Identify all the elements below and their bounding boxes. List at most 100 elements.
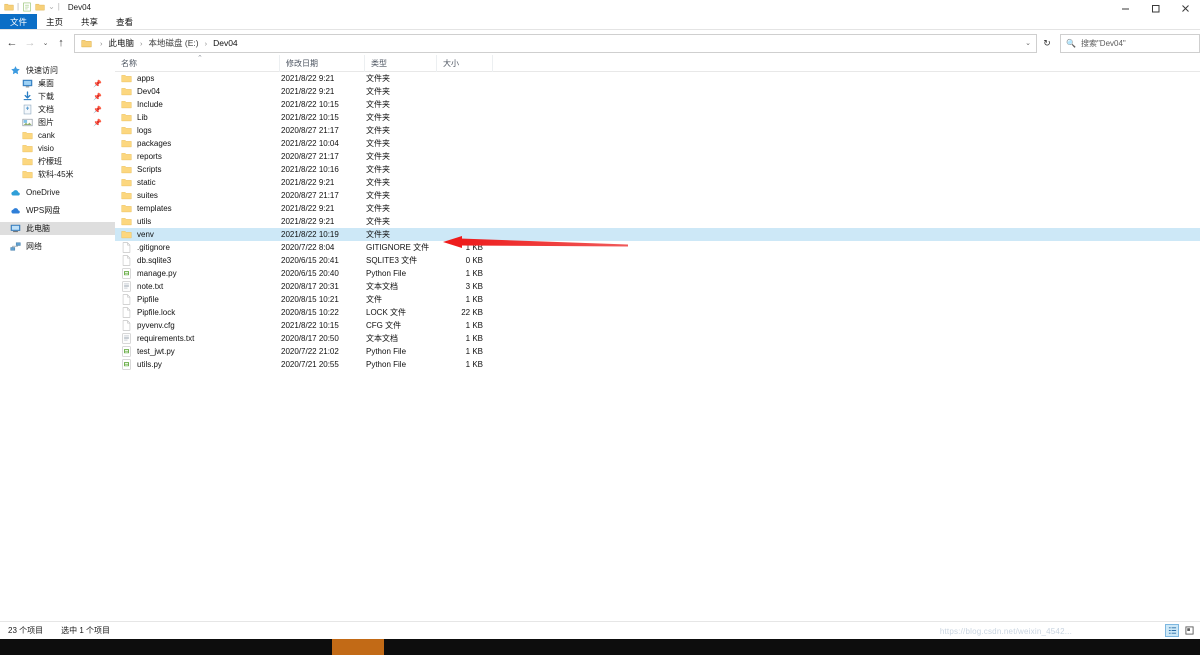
table-row[interactable]: Include 2021/8/22 10:15 文件夹: [115, 98, 1200, 111]
address-bar: ← → ⌄ ↑ › 此电脑 › 本地磁盘 (E:) › Dev04 ⌄ ↻ 🔍 …: [0, 31, 1200, 55]
sidebar-item-快速访问[interactable]: 快速访问: [0, 64, 115, 77]
cell-type: 文件夹: [366, 126, 390, 135]
pictures-icon: [22, 118, 33, 127]
sidebar-item-onedrive[interactable]: OneDrive: [0, 186, 115, 199]
sidebar-item-wps网盘[interactable]: WPS网盘: [0, 204, 115, 217]
column-header-date[interactable]: 修改日期: [280, 54, 365, 72]
cell-date: 2020/8/27 21:17: [281, 191, 339, 200]
table-row[interactable]: static 2021/8/22 9:21 文件夹: [115, 176, 1200, 189]
folder-icon: [121, 205, 132, 213]
table-row[interactable]: manage.py 2020/6/15 20:40 Python File 1 KB: [115, 267, 1200, 280]
sidebar-item-cank[interactable]: cank: [0, 129, 115, 142]
table-row[interactable]: db.sqlite3 2020/6/15 20:41 SQLITE3 文件 0 KB: [115, 254, 1200, 267]
cell-date: 2021/8/22 10:04: [281, 139, 339, 148]
table-row[interactable]: utils.py 2020/7/21 20:55 Python File 1 KB: [115, 358, 1200, 371]
back-button[interactable]: ←: [3, 33, 21, 53]
pin-icon[interactable]: 📌: [93, 80, 102, 88]
refresh-button[interactable]: ↻: [1037, 34, 1057, 53]
sidebar-item-图片[interactable]: 图片 📌: [0, 116, 115, 129]
column-header-name[interactable]: 名称 ⌃: [115, 54, 280, 72]
table-row[interactable]: packages 2021/8/22 10:04 文件夹: [115, 137, 1200, 150]
column-header-type[interactable]: 类型: [365, 54, 437, 72]
up-button[interactable]: ↑: [52, 33, 70, 53]
column-header-size[interactable]: 大小: [437, 54, 493, 72]
search-box[interactable]: 🔍 搜索"Dev04": [1060, 33, 1200, 53]
table-row[interactable]: .gitignore 2020/7/22 8:04 GITIGNORE 文件 1 KB: [115, 241, 1200, 254]
this-pc-icon: [10, 223, 21, 234]
cell-date: 2020/7/22 21:02: [281, 347, 339, 356]
tab-file[interactable]: 文件: [0, 14, 38, 29]
folder-icon: [22, 171, 33, 179]
cell-type: Python File: [366, 269, 407, 278]
breadcrumb-bar[interactable]: › 此电脑 › 本地磁盘 (E:) › Dev04 ⌄: [74, 33, 1037, 53]
cell-name: test_jwt.py: [115, 345, 280, 358]
pin-icon[interactable]: 📌: [93, 106, 102, 114]
search-input[interactable]: 搜索"Dev04": [1081, 38, 1126, 49]
new-folder-icon[interactable]: [35, 2, 45, 12]
file-name-label: note.txt: [137, 282, 164, 291]
sidebar-item-visio[interactable]: visio: [0, 142, 115, 155]
quick-access-toolbar: | ⌄ | Dev04: [0, 2, 91, 12]
table-row[interactable]: Pipfile 2020/8/15 10:21 文件 1 KB: [115, 293, 1200, 306]
sidebar-item-软科-45米[interactable]: 软科-45米: [0, 168, 115, 181]
tab-view[interactable]: 查看: [107, 14, 142, 29]
status-bar: 23 个项目 选中 1 个项目 https://blog.csdn.net/we…: [0, 621, 1200, 639]
table-row[interactable]: suites 2020/8/27 21:17 文件夹: [115, 189, 1200, 202]
table-row[interactable]: utils 2021/8/22 9:21 文件夹: [115, 215, 1200, 228]
cell-type: 文件夹: [366, 152, 390, 161]
table-row[interactable]: reports 2020/8/27 21:17 文件夹: [115, 150, 1200, 163]
recent-locations-icon[interactable]: ⌄: [39, 33, 52, 53]
sidebar-item-此电脑[interactable]: 此电脑: [0, 222, 115, 235]
cell-size: 1 KB: [465, 321, 483, 330]
onedrive-icon: [11, 190, 20, 196]
folder-icon[interactable]: [4, 2, 14, 12]
table-row[interactable]: Lib 2021/8/22 10:15 文件夹: [115, 111, 1200, 124]
tab-share[interactable]: 共享: [72, 14, 107, 29]
breadcrumb-item-this-pc[interactable]: 此电脑: [108, 37, 136, 49]
breadcrumb-separator[interactable]: ›: [135, 39, 148, 48]
properties-icon[interactable]: [22, 2, 32, 12]
text-file-icon: [122, 281, 131, 292]
sidebar-item-下载[interactable]: 下载 📌: [0, 90, 115, 103]
table-row[interactable]: pyvenv.cfg 2021/8/22 10:15 CFG 文件 1 KB: [115, 319, 1200, 332]
cell-name: Pipfile: [115, 293, 280, 306]
item-count-label: 23 个项目: [8, 626, 44, 635]
cell-date: 2020/8/27 21:17: [281, 126, 339, 135]
breadcrumb-item-drive[interactable]: 本地磁盘 (E:): [148, 37, 200, 49]
cell-name: suites: [115, 189, 280, 202]
table-row[interactable]: note.txt 2020/8/17 20:31 文本文档 3 KB: [115, 280, 1200, 293]
sidebar-item-桌面[interactable]: 桌面 📌: [0, 77, 115, 90]
cell-date: 2021/8/22 9:21: [281, 74, 335, 83]
breadcrumb-item-dev04[interactable]: Dev04: [212, 38, 239, 48]
table-row[interactable]: templates 2021/8/22 9:21 文件夹: [115, 202, 1200, 215]
cell-date: 2021/8/22 9:21: [281, 204, 335, 213]
cell-date: 2021/8/22 10:19: [281, 230, 339, 239]
desktop-icon: [22, 79, 33, 88]
large-icons-view-button[interactable]: [1182, 624, 1196, 637]
forward-button[interactable]: →: [21, 33, 39, 53]
pin-icon[interactable]: 📌: [93, 119, 102, 127]
cell-date: 2020/8/15 10:22: [281, 308, 339, 317]
taskbar-active-app[interactable]: [332, 639, 384, 655]
breadcrumb-dropdown-icon[interactable]: ⌄: [1025, 39, 1031, 47]
tab-home[interactable]: 主页: [37, 14, 72, 29]
sidebar-item-label: 桌面: [38, 79, 54, 88]
pin-icon[interactable]: 📌: [93, 93, 102, 101]
sidebar-item-柠檬班[interactable]: 柠檬班: [0, 155, 115, 168]
file-name-label: packages: [137, 139, 172, 148]
sidebar-item-网络[interactable]: 网络: [0, 240, 115, 253]
table-row[interactable]: Scripts 2021/8/22 10:16 文件夹: [115, 163, 1200, 176]
taskbar[interactable]: [0, 639, 1200, 655]
folder-icon: [121, 231, 132, 239]
details-view-button[interactable]: [1165, 624, 1179, 637]
breadcrumb-separator[interactable]: ›: [200, 39, 213, 48]
table-row[interactable]: test_jwt.py 2020/7/22 21:02 Python File 1 K…: [115, 345, 1200, 358]
table-row[interactable]: logs 2020/8/27 21:17 文件夹: [115, 124, 1200, 137]
table-row[interactable]: Dev04 2021/8/22 9:21 文件夹: [115, 85, 1200, 98]
table-row[interactable]: apps 2021/8/22 9:21 文件夹: [115, 72, 1200, 85]
table-row[interactable]: Pipfile.lock 2020/8/15 10:22 LOCK 文件 22 KB: [115, 306, 1200, 319]
table-row[interactable]: requirements.txt 2020/8/17 20:50 文本文档 1 KB: [115, 332, 1200, 345]
customize-caret-icon[interactable]: ⌄: [48, 3, 55, 11]
table-row[interactable]: venv 2021/8/22 10:19 文件夹: [115, 228, 1200, 241]
sidebar-item-文档[interactable]: 文档 📌: [0, 103, 115, 116]
